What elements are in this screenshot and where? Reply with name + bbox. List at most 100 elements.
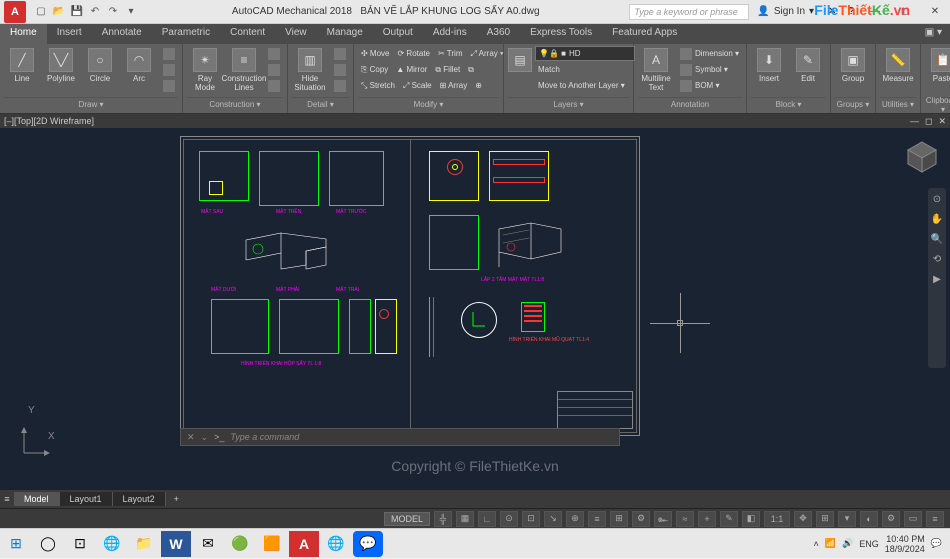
status-isolate[interactable]: ▾ (838, 511, 856, 527)
status-osnap[interactable]: ⊡ (522, 511, 540, 527)
viewport-min-icon[interactable]: — (910, 116, 919, 127)
draw-extra-1[interactable] (160, 46, 178, 61)
move-button[interactable]: ✣ Move (358, 46, 393, 61)
cmd-menu-icon[interactable]: ✕ (187, 432, 195, 443)
detail-extra-3[interactable] (331, 78, 349, 93)
zalo-icon[interactable]: 💬 (353, 531, 383, 557)
tab-annotate[interactable]: Annotate (92, 24, 152, 44)
notification-icon[interactable]: 💬 (931, 538, 942, 549)
status-transp[interactable]: ⊞ (610, 511, 628, 527)
command-line[interactable]: ✕ ⌄ >_ Type a command (180, 428, 620, 446)
add-layout-button[interactable]: + (166, 492, 187, 506)
status-scale[interactable]: 1:1 (764, 511, 790, 527)
detail-extra-2[interactable] (331, 62, 349, 77)
nav-showmotion-icon[interactable]: ▶ (930, 272, 944, 286)
panel-title[interactable]: Utilities ▾ (880, 97, 916, 111)
const-extra-3[interactable] (265, 78, 283, 93)
tray-wifi-icon[interactable]: 📶 (825, 538, 836, 549)
qat-undo-icon[interactable]: ↶ (88, 5, 102, 19)
const-extra-2[interactable] (265, 62, 283, 77)
const-extra-1[interactable] (265, 46, 283, 61)
circle-button[interactable]: ○Circle (82, 46, 118, 83)
status-custom[interactable]: ⚙ (882, 511, 900, 527)
trim-button[interactable]: ✂ Trim (435, 46, 465, 61)
rotate-button[interactable]: ⟳ Rotate (395, 46, 434, 61)
nav-pan-icon[interactable]: ✋ (930, 212, 944, 226)
status-qprops[interactable]: ✥ (794, 511, 812, 527)
viewport-label[interactable]: [–][Top][2D Wireframe] (4, 116, 94, 126)
insert-button[interactable]: ⬇Insert (751, 46, 787, 83)
tray-language[interactable]: ENG (859, 539, 879, 549)
tab-home[interactable]: Home (0, 24, 47, 44)
tray-overflow-icon[interactable]: ˄ (814, 539, 819, 549)
array-button[interactable]: ⤢ Array ▾ (467, 46, 506, 61)
cmd-input[interactable]: Type a command (230, 432, 299, 442)
tab-manage[interactable]: Manage (317, 24, 373, 44)
qat-new-icon[interactable]: ▢ (34, 5, 48, 19)
draw-extra-2[interactable] (160, 62, 178, 77)
viewport-close-icon[interactable]: ✕ (938, 116, 946, 127)
status-ortho[interactable]: ∟ (478, 511, 496, 527)
match-layer-button[interactable]: Match (535, 62, 635, 77)
status-snap[interactable]: ▦ (456, 511, 474, 527)
symbol-button[interactable]: Symbol ▾ (677, 62, 742, 77)
dimension-button[interactable]: Dimension ▾ (677, 46, 742, 61)
drawing-viewport[interactable]: MẶT SAU MẶT TRÊN MẶT TRƯỚC MẶT DƯỚI MẶT … (0, 128, 950, 490)
polyline-button[interactable]: ╲╱Polyline (43, 46, 79, 83)
raymode-button[interactable]: ✴Ray Mode (187, 46, 223, 92)
tab-output[interactable]: Output (373, 24, 423, 44)
status-lweight[interactable]: ≡ (588, 511, 606, 527)
status-polar[interactable]: ⊙ (500, 511, 518, 527)
edge-icon[interactable]: 🌐 (97, 531, 127, 557)
panel-title[interactable]: Annotation (638, 97, 742, 111)
modify-extra[interactable]: ⧉ (465, 62, 477, 77)
mirror-button[interactable]: ▲ Mirror (393, 62, 430, 77)
status-3dosnap[interactable]: ↘ (544, 511, 562, 527)
tab-featured[interactable]: Featured Apps (602, 24, 687, 44)
chrome-icon[interactable]: 🌐 (321, 531, 351, 557)
app-icon-1[interactable]: 🟢 (225, 531, 255, 557)
bom-button[interactable]: BOM ▾ (677, 78, 742, 93)
status-model[interactable]: MODEL (384, 512, 430, 526)
sign-in-button[interactable]: 👤 Sign In ▾ (749, 6, 822, 17)
tab-parametric[interactable]: Parametric (152, 24, 220, 44)
qat-open-icon[interactable]: 📂 (52, 5, 66, 19)
viewport-max-icon[interactable]: ◻ (925, 116, 932, 127)
panel-title[interactable]: Draw ▾ (4, 97, 178, 111)
autocad-icon[interactable]: A (289, 531, 319, 557)
status-workspace[interactable]: ✎ (720, 511, 738, 527)
status-annoscale[interactable]: ≈ (676, 511, 694, 527)
tab-view[interactable]: View (275, 24, 317, 44)
draw-extra-3[interactable] (160, 78, 178, 93)
explorer-icon[interactable]: 📁 (129, 531, 159, 557)
line-button[interactable]: ╱Line (4, 46, 40, 83)
tray-volume-icon[interactable]: 🔊 (842, 538, 853, 549)
edit-block-button[interactable]: ✎Edit (790, 46, 826, 83)
status-units[interactable]: ◧ (742, 511, 760, 527)
status-grid[interactable]: ╬ (434, 511, 452, 527)
taskview-icon[interactable]: ◯ (33, 531, 63, 557)
word-icon[interactable]: W (161, 531, 191, 557)
status-autoscale[interactable]: + (698, 511, 716, 527)
tab-layout1[interactable]: Layout1 (60, 492, 113, 506)
tab-model[interactable]: Model (14, 492, 60, 506)
status-x1[interactable]: ▭ (904, 511, 922, 527)
status-otrack[interactable]: ⊕ (566, 511, 584, 527)
panel-title[interactable]: Construction ▾ (187, 97, 283, 111)
status-clean[interactable]: ◐ (860, 511, 878, 527)
mtext-button[interactable]: AMultiline Text (638, 46, 674, 92)
stretch-button[interactable]: ⤡ Stretch (358, 78, 398, 93)
mail-icon[interactable]: ✉ (193, 531, 223, 557)
tab-express[interactable]: Express Tools (520, 24, 602, 44)
panel-title[interactable]: Detail ▾ (292, 97, 349, 111)
tab-a360[interactable]: A360 (477, 24, 520, 44)
arc-button[interactable]: ◠Arc (121, 46, 157, 83)
close-button[interactable]: ✕ (920, 0, 950, 24)
start-button[interactable]: ⊞ (0, 529, 32, 559)
layer-properties-button[interactable]: ▤ (508, 46, 532, 72)
panel-title[interactable]: Layers ▾ (508, 97, 629, 111)
cortana-icon[interactable]: ⊡ (65, 531, 95, 557)
qat-save-icon[interactable]: 💾 (70, 5, 84, 19)
layer-dropdown[interactable]: 💡🔒 ■ HD (535, 46, 635, 61)
panel-title[interactable]: Clipboard ▾ (925, 97, 950, 111)
